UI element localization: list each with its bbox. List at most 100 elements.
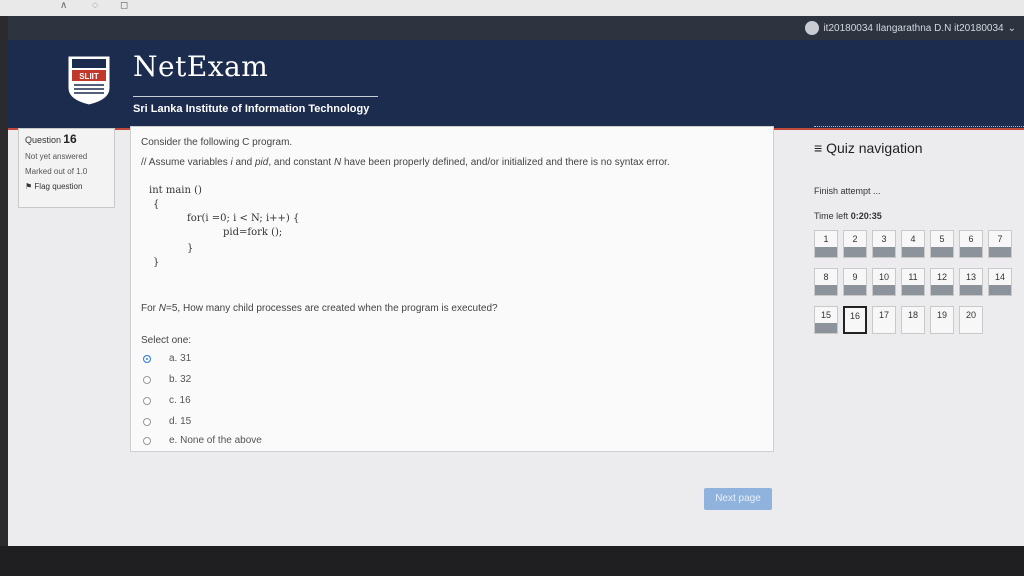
radio-icon[interactable]: [143, 396, 151, 405]
nav-question-number: 10: [878, 272, 889, 282]
chevron-down-icon: ⌄: [1007, 22, 1016, 34]
quiz-navigation: ≡ Quiz navigation Finish attempt ... Tim…: [814, 126, 1024, 356]
nav-divider: [814, 126, 1024, 127]
question-info-box: Question 16 Not yet answered Marked out …: [18, 128, 115, 208]
time-left: Time left 0:20:35: [814, 211, 882, 221]
nav-question-number: 16: [849, 311, 860, 321]
next-page-button[interactable]: Next page: [704, 488, 772, 510]
nav-question-number: 3: [881, 234, 887, 244]
nav-question-15[interactable]: 15: [814, 306, 838, 334]
answer-option-b[interactable]: b. 32: [143, 374, 191, 385]
nav-question-10[interactable]: 10: [872, 268, 896, 296]
nav-question-2[interactable]: 2: [843, 230, 867, 258]
nav-question-number: 17: [878, 310, 889, 320]
radio-selected-icon[interactable]: [143, 354, 151, 363]
nav-question-9[interactable]: 9: [843, 268, 867, 296]
code-line-2: {: [153, 199, 160, 210]
question-intro: Consider the following C program.: [141, 137, 293, 148]
browser-top-strip: ∧ ◌ ◻: [0, 0, 1024, 16]
brand-tagline: Sri Lanka Institute of Information Techn…: [133, 103, 370, 115]
code-line-1: int main (): [149, 185, 202, 196]
answered-indicator: [989, 247, 1011, 257]
select-one-label: Select one:: [141, 335, 192, 346]
answered-indicator: [931, 247, 953, 257]
menu-icon: ≡: [814, 140, 823, 156]
nav-question-18[interactable]: 18: [901, 306, 925, 334]
nav-question-number: 9: [852, 272, 858, 282]
window-icon[interactable]: ◻: [120, 0, 128, 11]
nav-question-number: 20: [965, 310, 976, 320]
answer-option-e[interactable]: e. None of the above: [143, 435, 262, 446]
nav-question-8[interactable]: 8: [814, 268, 838, 296]
answered-indicator: [960, 247, 982, 257]
user-bar: it20180034 Ilangarathna D.N it20180034 ⌄: [8, 16, 1024, 40]
radio-icon[interactable]: [143, 417, 151, 426]
avatar: [805, 21, 820, 35]
radio-icon[interactable]: [143, 375, 151, 384]
answered-indicator: [844, 247, 866, 257]
answered-indicator: [902, 285, 924, 295]
answered-indicator: [931, 285, 953, 295]
nav-question-number: 2: [852, 234, 858, 244]
nav-question-6[interactable]: 6: [959, 230, 983, 258]
nav-question-1[interactable]: 1: [814, 230, 838, 258]
nav-question-5[interactable]: 5: [930, 230, 954, 258]
answered-indicator: [815, 285, 837, 295]
nav-question-16[interactable]: 16: [843, 306, 867, 334]
question-number: Question 16: [25, 132, 77, 146]
nav-question-number: 18: [907, 310, 918, 320]
chevron-icon[interactable]: ∧: [60, 0, 67, 11]
code-line-4: pid=fork ();: [223, 227, 283, 238]
answer-option-c[interactable]: c. 16: [143, 395, 191, 406]
answered-indicator: [844, 285, 866, 295]
site-banner: SLIIT NetExam Sri Lanka Institute of Inf…: [8, 40, 1024, 130]
brand-divider: [133, 96, 378, 97]
nav-question-number: 15: [820, 310, 831, 320]
circle-icon[interactable]: ◌: [92, 0, 98, 11]
logo-text: SLIIT: [79, 72, 99, 81]
answer-option-a[interactable]: a. 31: [143, 353, 191, 364]
quiz-navigation-title: ≡ Quiz navigation: [814, 140, 923, 156]
code-line-6: }: [153, 257, 160, 268]
monitor-screen: it20180034 Ilangarathna D.N it20180034 ⌄…: [8, 16, 1024, 546]
nav-question-number: 1: [823, 234, 829, 244]
nav-question-number: 5: [939, 234, 945, 244]
radio-icon[interactable]: [143, 436, 151, 445]
question-marks: Marked out of 1.0: [25, 167, 88, 176]
finish-attempt-link[interactable]: Finish attempt ...: [814, 186, 881, 196]
nav-question-7[interactable]: 7: [988, 230, 1012, 258]
nav-question-number: 13: [965, 272, 976, 282]
answered-indicator: [873, 285, 895, 295]
user-menu[interactable]: it20180034 Ilangarathna D.N it20180034 ⌄: [805, 21, 1016, 35]
nav-question-number: 8: [823, 272, 829, 282]
question-content: Consider the following C program. // Ass…: [130, 126, 774, 452]
nav-question-number: 12: [936, 272, 947, 282]
question-prompt: For N=5, How many child processes are cr…: [141, 303, 498, 314]
nav-question-3[interactable]: 3: [872, 230, 896, 258]
answered-indicator: [960, 285, 982, 295]
monitor-bezel: [0, 546, 1024, 576]
nav-question-20[interactable]: 20: [959, 306, 983, 334]
nav-question-11[interactable]: 11: [901, 268, 925, 296]
time-left-value: 0:20:35: [850, 211, 882, 221]
nav-question-number: 6: [968, 234, 974, 244]
answered-indicator: [902, 247, 924, 257]
nav-question-4[interactable]: 4: [901, 230, 925, 258]
brand-title: NetExam: [133, 50, 269, 83]
flag-icon: ⚑: [25, 182, 33, 191]
answered-indicator: [815, 247, 837, 257]
nav-question-number: 19: [936, 310, 947, 320]
nav-question-13[interactable]: 13: [959, 268, 983, 296]
nav-question-12[interactable]: 12: [930, 268, 954, 296]
nav-question-17[interactable]: 17: [872, 306, 896, 334]
nav-question-number: 14: [994, 272, 1005, 282]
answer-option-d[interactable]: d. 15: [143, 416, 191, 427]
flag-question-link[interactable]: ⚑ Flag question: [19, 179, 114, 194]
code-line-3: for(i =0; i < N; i++) {: [187, 213, 300, 224]
question-comment: // Assume variables i and pid, and const…: [141, 157, 670, 168]
answered-indicator: [873, 247, 895, 257]
nav-question-14[interactable]: 14: [988, 268, 1012, 296]
nav-question-19[interactable]: 19: [930, 306, 954, 334]
nav-question-number: 7: [997, 234, 1003, 244]
nav-question-number: 11: [908, 272, 918, 282]
